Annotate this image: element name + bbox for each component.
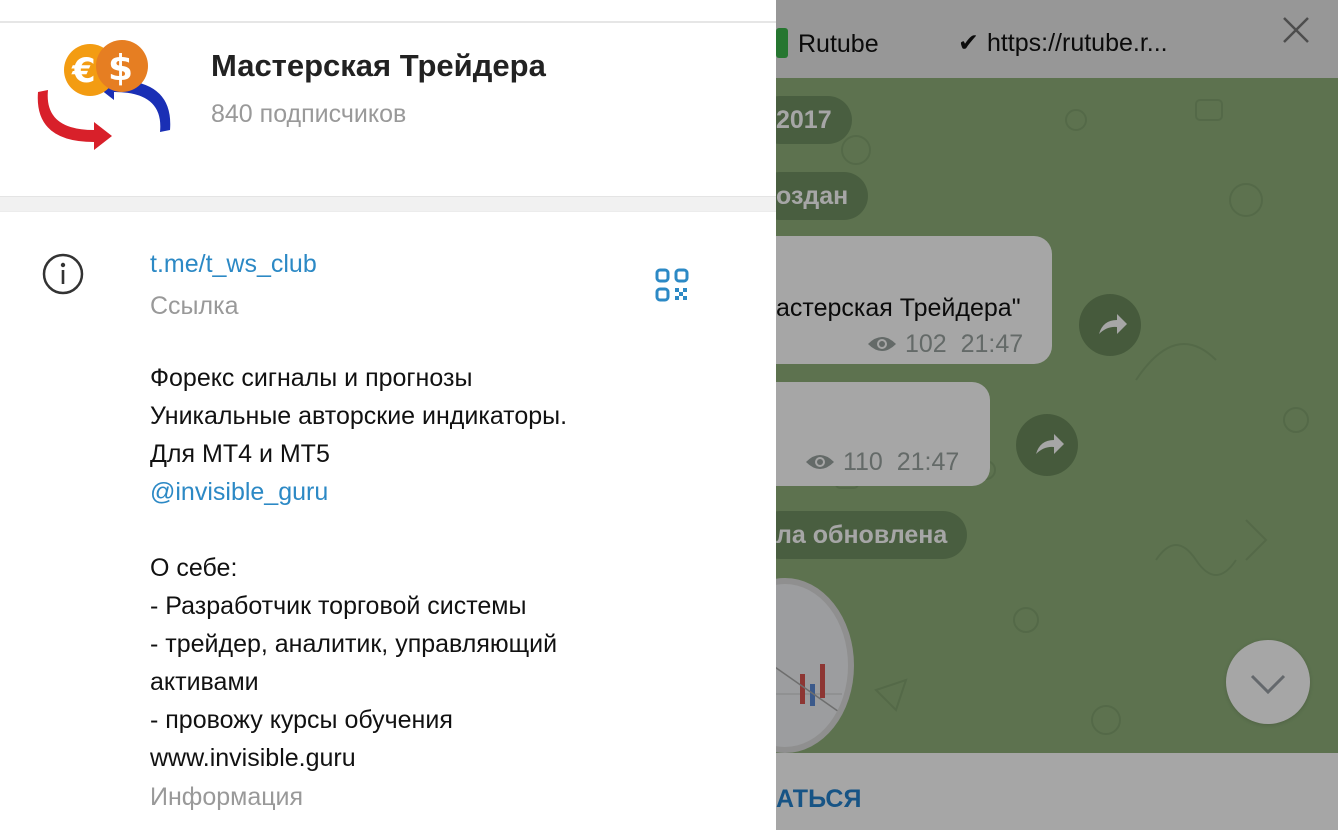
channel-title: Мастерская Трейдера <box>211 48 546 83</box>
section-divider <box>0 196 776 212</box>
subscribe-button[interactable]: АТЬСЯ <box>776 785 861 814</box>
message-time: 21:47 <box>960 330 1024 358</box>
chat-footer: АТЬСЯ <box>776 753 1338 830</box>
pinned-bar[interactable]: Rutube ✔ https://rutube.r... <box>776 0 1338 78</box>
date-pill: 2017 <box>776 96 852 144</box>
pinned-item-link[interactable]: ✔ https://rutube.r... <box>958 28 1168 58</box>
description-line: Для МТ4 и МТ5 <box>150 440 330 468</box>
description-line: активами <box>150 668 259 696</box>
message-bubble[interactable]: 110 21:47 <box>776 382 990 486</box>
service-message-updated: ла обновлена <box>776 511 968 559</box>
message-meta: 102 21:47 <box>866 330 1023 359</box>
message-time: 21:47 <box>896 448 960 476</box>
description-line: - трейдер, аналитик, управляющий <box>150 630 558 658</box>
message-bubble[interactable]: астерская Трейдера" 102 21:47 <box>776 236 1052 364</box>
chevron-down-icon <box>1250 674 1286 695</box>
description-line: - Разработчик торговой системы <box>150 592 527 620</box>
share-arrow-icon <box>1099 314 1127 334</box>
pinned-item-label: Rutube <box>798 30 879 58</box>
subscriber-count: 840 подписчиков <box>211 100 407 128</box>
channel-link-label: Ссылка <box>150 292 239 320</box>
description-line: Уникальные авторские индикаторы. <box>150 402 568 430</box>
view-count: 110 <box>842 448 883 476</box>
top-divider <box>0 21 776 23</box>
eye-icon <box>866 330 905 358</box>
message-meta: 110 21:47 <box>804 448 959 477</box>
eye-icon <box>804 448 843 476</box>
pinned-item-rutube[interactable]: Rutube <box>776 28 879 59</box>
message-text: астерская Трейдера" <box>776 294 1021 322</box>
description-label: Информация <box>150 783 304 811</box>
channel-info-panel: € $ Мастерская Трейдера 840 подписчиков … <box>0 0 776 830</box>
description-username-link[interactable]: @invisible_guru <box>150 478 328 507</box>
share-button[interactable] <box>1016 414 1078 476</box>
description-website: www.invisible.guru <box>150 744 356 772</box>
view-count: 102 <box>904 330 947 358</box>
green-bar-icon <box>776 28 788 58</box>
channel-link[interactable]: t.me/t_ws_club <box>150 250 317 279</box>
svg-text:$: $ <box>108 48 133 89</box>
chat-background: Rutube ✔ https://rutube.r... 2017 оздан а… <box>776 0 1338 830</box>
qr-code-icon[interactable] <box>654 267 690 303</box>
pinned-item-label: https://rutube.r... <box>986 29 1168 57</box>
channel-avatar[interactable]: € $ <box>34 30 174 152</box>
scroll-down-button[interactable] <box>1226 640 1310 724</box>
info-icon <box>42 253 84 295</box>
description-line: О себе: <box>150 554 238 582</box>
description-line: - провожу курсы обучения <box>150 706 453 734</box>
svg-text:€: € <box>71 51 96 91</box>
service-message-created: оздан <box>776 172 869 220</box>
share-arrow-icon <box>1036 434 1064 454</box>
close-icon[interactable] <box>1276 10 1316 50</box>
description-line: Форекс сигналы и прогнозы <box>150 364 473 392</box>
share-button[interactable] <box>1079 294 1141 356</box>
check-icon: ✔ <box>958 29 979 57</box>
